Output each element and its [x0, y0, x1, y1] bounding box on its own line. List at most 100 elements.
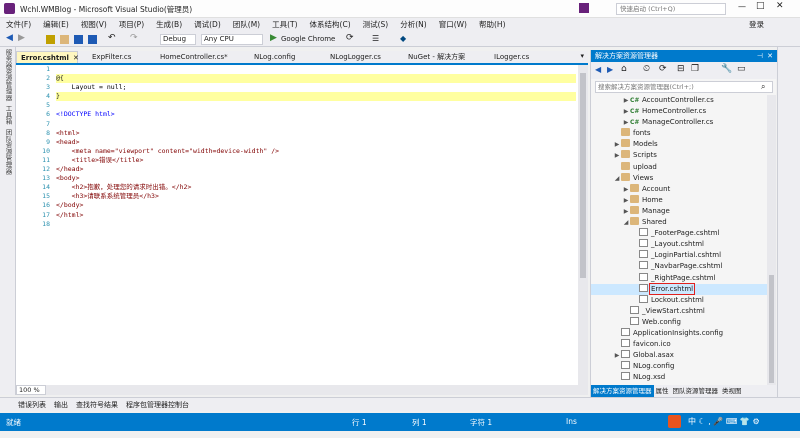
tab-overflow-icon[interactable]: ▾ — [580, 52, 584, 60]
scrollbar-thumb[interactable] — [769, 275, 774, 383]
code-line[interactable]: <meta name="viewport" content="width=dev… — [56, 147, 576, 156]
tab-properties[interactable]: 属性 — [654, 385, 671, 397]
menu-tools[interactable]: 工具(T) — [266, 18, 303, 32]
expand-arrow-icon[interactable]: ▶ — [622, 206, 630, 217]
tab-nuget-solution[interactable]: NuGet - 解决方案 — [404, 51, 465, 63]
expand-arrow-icon[interactable]: ▶ — [622, 184, 630, 195]
back-icon[interactable]: ◀ — [595, 65, 601, 74]
toolbox-tab[interactable]: 工具箱 — [0, 103, 16, 127]
solution-tree-scrollbar[interactable] — [767, 95, 776, 387]
tree-item[interactable]: ◢ Shared — [591, 217, 767, 228]
tab-expfilter-cs[interactable]: ExpFilter.cs — [88, 51, 131, 63]
code-area[interactable]: @{ Layout = null;} <!DOCTYPE html> <html> <… — [56, 65, 576, 229]
forward-icon[interactable]: ▶ — [18, 33, 25, 43]
tab-class-view[interactable]: 类视图 — [720, 385, 744, 397]
menu-window[interactable]: 窗口(W) — [433, 18, 473, 32]
run-target-button[interactable]: Google Chrome — [281, 35, 335, 43]
tree-item[interactable]: _FooterPage.cshtml — [591, 228, 767, 239]
open-icon[interactable] — [60, 35, 69, 44]
show-all-files-icon[interactable]: ❐ — [691, 64, 699, 74]
code-line[interactable] — [56, 101, 576, 110]
close-button[interactable]: ✕ — [776, 1, 784, 11]
menu-analyze[interactable]: 分析(N) — [394, 18, 432, 32]
menu-team[interactable]: 团队(M) — [227, 18, 266, 32]
save-icon[interactable] — [74, 35, 83, 44]
panel-close-icon[interactable]: ✕ — [767, 50, 773, 62]
code-line[interactable]: </body> — [56, 201, 576, 210]
tree-item[interactable]: ◢ Views — [591, 172, 767, 184]
tree-item[interactable]: Lockout.cshtml — [591, 294, 767, 306]
tree-item[interactable]: ▶ Scripts — [591, 150, 767, 161]
code-line[interactable]: } — [56, 92, 576, 102]
expand-arrow-icon[interactable]: ▶ — [622, 195, 630, 206]
code-line[interactable] — [56, 65, 576, 74]
tree-item[interactable]: _ViewStart.cshtml — [591, 305, 767, 317]
run-icon[interactable]: ▶ — [270, 33, 277, 43]
tree-item[interactable]: ▶ Home — [591, 194, 767, 206]
search-icon[interactable]: ⌕ — [761, 82, 765, 92]
solution-search-input[interactable]: 搜索解决方案资源管理器(Ctrl+;) — [595, 81, 773, 93]
tree-item[interactable]: NLog.config — [591, 361, 767, 372]
code-line[interactable]: Layout = null; — [56, 83, 576, 92]
tree-item[interactable]: _LoginPartial.cshtml — [591, 250, 767, 261]
collapse-all-icon[interactable]: ⊟ — [677, 64, 685, 74]
menu-debug[interactable]: 调试(D) — [188, 18, 227, 32]
tree-item[interactable]: ▶ Account — [591, 183, 767, 195]
close-tab-icon[interactable]: ✕ — [73, 54, 79, 62]
menu-help[interactable]: 帮助(H) — [473, 18, 512, 32]
pin-icon[interactable]: ⊣ — [757, 50, 763, 62]
tree-item[interactable]: ▶ C# AccountController.cs — [591, 95, 767, 106]
refresh-icon[interactable]: ⟳ — [346, 33, 354, 43]
menu-test[interactable]: 测试(S) — [357, 18, 395, 32]
tray-icons[interactable]: 中 ☾ , 🎤 ⌨ 👕 ⚙ — [688, 416, 760, 427]
notification-flag-icon[interactable] — [579, 3, 589, 13]
expand-arrow-icon[interactable]: ▶ — [613, 139, 621, 150]
sync-icon[interactable]: ⟳ — [659, 64, 667, 74]
tab-package-manager-console[interactable]: 程序包管理器控制台 — [122, 398, 193, 412]
menu-build[interactable]: 生成(B) — [150, 18, 188, 32]
zoom-level-dropdown[interactable]: 100 % — [16, 385, 46, 395]
properties-icon[interactable]: 🔧 — [721, 64, 732, 74]
code-editor[interactable]: 1 2 3 4 5 6 7 8 9 10 11 12 13 14 15 16 17 18 @{ Layout = … — [16, 65, 588, 385]
tab-nloglogger-cs[interactable]: NLogLogger.cs — [326, 51, 381, 63]
expand-arrow-icon[interactable]: ◢ — [622, 217, 630, 228]
tab-error-list[interactable]: 错误列表 — [14, 398, 50, 412]
tree-item[interactable]: ▶ Manage — [591, 205, 767, 217]
undo-icon[interactable]: ↶ — [108, 33, 116, 43]
quick-launch-input[interactable]: 快速启动 (Ctrl+Q) — [616, 3, 726, 15]
comment-icon[interactable]: ☰ — [372, 34, 379, 43]
ime-s-icon[interactable] — [668, 415, 681, 428]
save-all-icon[interactable] — [88, 35, 97, 44]
menu-architecture[interactable]: 体系结构(C) — [304, 18, 357, 32]
scrollbar-thumb[interactable] — [580, 73, 586, 278]
code-line[interactable]: </head> — [56, 165, 576, 174]
maximize-button[interactable]: □ — [756, 1, 765, 11]
tab-solution-explorer[interactable]: 解决方案资源管理器 — [591, 385, 654, 397]
editor-horizontal-scrollbar[interactable]: 100 % — [16, 385, 588, 395]
tree-item[interactable]: ApplicationInsights.config — [591, 327, 767, 339]
tab-ilogger-cs[interactable]: ILogger.cs — [490, 51, 529, 63]
minimize-button[interactable]: — — [738, 2, 746, 11]
team-explorer-tab[interactable]: 团队资源管理器 — [0, 127, 16, 177]
code-line[interactable]: </html> — [56, 211, 576, 220]
new-project-icon[interactable] — [46, 35, 55, 44]
tree-item[interactable]: favicon.ico — [591, 339, 767, 350]
tab-homecontroller-cs[interactable]: HomeController.cs* — [156, 51, 228, 63]
menu-view[interactable]: 视图(V) — [75, 18, 113, 32]
code-line[interactable]: @{ — [56, 74, 576, 84]
tab-output[interactable]: 输出 — [50, 398, 72, 412]
tree-item[interactable]: ▶ C# HomeController.cs — [591, 106, 767, 117]
platform-dropdown[interactable]: Any CPU — [201, 34, 263, 45]
expand-arrow-icon[interactable]: ▶ — [622, 95, 630, 106]
tree-item[interactable]: NLog.xsd — [591, 372, 767, 383]
expand-arrow-icon[interactable]: ◢ — [613, 173, 621, 184]
code-line[interactable]: <html> — [56, 129, 576, 138]
tree-item[interactable]: _NavbarPage.cshtml — [591, 261, 767, 272]
history-icon[interactable]: ⏲ — [643, 64, 650, 74]
forward-icon[interactable]: ▶ — [607, 65, 613, 74]
tree-item[interactable]: ▶ C# ManageController.cs — [591, 117, 767, 128]
expand-arrow-icon[interactable]: ▶ — [622, 106, 630, 117]
tree-item[interactable]: Web.config — [591, 316, 767, 328]
back-icon[interactable]: ◀ — [6, 33, 13, 43]
code-line[interactable]: <body> — [56, 174, 576, 183]
